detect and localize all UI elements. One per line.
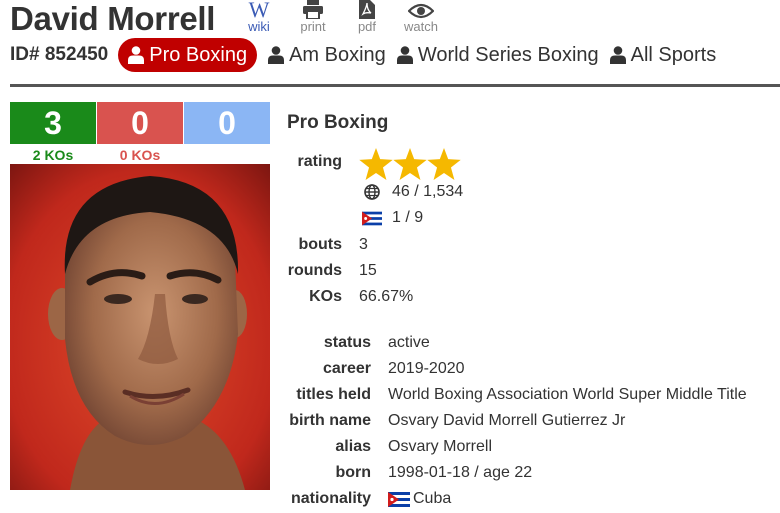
losses-count: 0 (97, 102, 183, 144)
nationality-value[interactable]: Cuba (413, 490, 451, 508)
status-label: status (323, 334, 371, 351)
star-icon (359, 148, 393, 180)
loss-kos: 0 KOs (119, 147, 161, 163)
world-rank-row: 46 / 1,534 (362, 183, 463, 201)
tab-am-boxing[interactable]: Am Boxing (268, 44, 386, 67)
career-value: 2019-2020 (388, 360, 465, 377)
wikipedia-icon: W (248, 0, 270, 22)
person-icon (609, 46, 626, 64)
boxer-photo (10, 164, 270, 490)
wins-count: 3 (10, 102, 96, 144)
country-rank-row: 1 / 9 (362, 209, 423, 227)
rating-row: rating (287, 153, 342, 171)
tab-pro-boxing[interactable]: Pro Boxing (118, 38, 258, 72)
bouts-value: 3 (359, 236, 368, 253)
pdf-icon (359, 0, 375, 19)
rounds-label: rounds (287, 262, 342, 279)
titles-row: titles held World Boxing Association Wor… (287, 386, 747, 404)
tab-world-series-boxing-label: World Series Boxing (417, 43, 599, 66)
birthname-row: birth name Osvary David Morrell Gutierre… (287, 412, 625, 430)
bouts-row: bouts 3 (287, 236, 368, 254)
watch-label: watch (404, 19, 438, 34)
rating-label: rating (297, 153, 342, 170)
print-label: print (300, 19, 326, 34)
eye-icon (408, 3, 434, 19)
pdf-label: pdf (357, 19, 377, 34)
star-icon (427, 148, 461, 180)
cuba-flag-icon (362, 211, 382, 225)
alias-label: alias (335, 438, 371, 455)
career-row: career 2019-2020 (287, 360, 465, 378)
alias-value: Osvary Morrell (388, 438, 493, 455)
win-kos: 2 KOs (32, 147, 74, 163)
birthname-label: birth name (289, 412, 371, 429)
birthname-value: Osvary David Morrell Gutierrez Jr (388, 412, 626, 429)
boxer-name: David Morrell (10, 0, 216, 37)
printer-icon (303, 0, 323, 19)
status-row: status active (287, 334, 430, 352)
wiki-button[interactable]: W wiki (232, 0, 286, 34)
tab-world-series-boxing[interactable]: World Series Boxing (396, 43, 599, 67)
section-title: Pro Boxing (287, 112, 389, 133)
watch-button[interactable]: watch (394, 0, 448, 34)
print-button[interactable]: print (286, 0, 340, 34)
born-row: born 1998-01-18 / age 22 (287, 464, 532, 482)
record-boxes: 3 0 0 (10, 102, 270, 144)
kos-label: KOs (309, 288, 342, 305)
star-icon (393, 148, 427, 180)
draws-count: 0 (184, 102, 270, 144)
rounds-value: 15 (359, 262, 377, 279)
person-icon (268, 46, 285, 64)
born-value: 1998-01-18 / age 22 (388, 464, 533, 481)
pdf-button[interactable]: pdf (340, 0, 394, 34)
titles-label: titles held (296, 386, 371, 403)
rounds-row: rounds 15 (287, 262, 377, 280)
rating-stars (359, 148, 461, 180)
world-rank[interactable]: 46 / 1,534 (392, 183, 463, 201)
nationality-label: nationality (290, 490, 371, 507)
header-divider (10, 84, 780, 87)
tab-am-boxing-label: Am Boxing (289, 43, 386, 66)
person-icon (128, 46, 145, 64)
country-rank[interactable]: 1 / 9 (392, 209, 423, 227)
toolbar: W wiki print pdf watch (232, 0, 448, 34)
titles-value[interactable]: World Boxing Association World Super Mid… (388, 386, 747, 404)
career-label: career (322, 360, 371, 377)
sports-nav: ID# 852450 Pro Boxing Am Boxing World Se… (10, 38, 727, 72)
born-label: born (335, 464, 371, 481)
bouts-label: bouts (298, 236, 342, 253)
tab-pro-boxing-label: Pro Boxing (149, 43, 248, 66)
boxer-id: ID# 852450 (10, 44, 109, 65)
wiki-label: wiki (248, 19, 270, 34)
cuba-flag-icon (388, 491, 410, 507)
kos-value: 66.67% (359, 288, 414, 305)
globe-icon (364, 184, 380, 200)
tab-all-sports[interactable]: All Sports (609, 43, 717, 67)
status-value: active (388, 334, 430, 351)
alias-row: alias Osvary Morrell (287, 438, 492, 456)
ko-counts: 2 KOs 0 KOs (10, 147, 183, 163)
tab-all-sports-label: All Sports (630, 43, 717, 66)
nationality-row: nationality Cuba (287, 490, 451, 508)
kos-row: KOs 66.67% (287, 288, 413, 306)
person-icon (396, 46, 413, 64)
